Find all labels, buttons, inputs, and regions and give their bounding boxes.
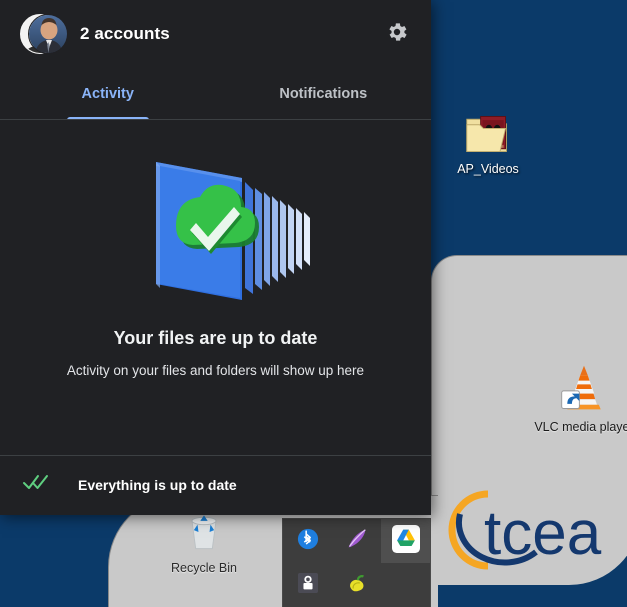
tabs-divider [0, 119, 431, 120]
desktop-icon-vlc[interactable]: VLC media player [532, 361, 627, 435]
pepper-icon [345, 571, 369, 600]
activity-empty-state: Your files are up to date Activity on yo… [0, 120, 431, 455]
cloud-check-files-stack-icon [96, 132, 336, 322]
vlc-cone-icon [532, 361, 627, 415]
tray-item-feather[interactable] [332, 519, 381, 563]
flyout-header: 2 accounts [0, 0, 431, 68]
sync-status-text: Everything is up to date [78, 476, 237, 493]
google-drive-icon [391, 524, 420, 558]
empty-state-subtitle: Activity on your files and folders will … [66, 363, 365, 378]
avatar-primary [28, 14, 68, 54]
tray-item-pepper[interactable] [332, 563, 381, 607]
empty-state-title: Your files are up to date [113, 328, 318, 348]
desktop-icon-label: Recycle Bin [171, 561, 237, 575]
tray-item-safely-remove[interactable] [283, 563, 332, 607]
sync-status-bar[interactable]: Everything is up to date [0, 455, 431, 513]
settings-button[interactable] [379, 16, 415, 52]
tcea-logo: tcea [440, 486, 626, 576]
onedrive-flyout[interactable]: 2 accounts Activity Notifications Your f… [0, 0, 431, 515]
tab-notifications-label: Notifications [279, 86, 368, 102]
system-tray-flyout[interactable] [282, 518, 431, 607]
screen: tcea AP_Videos VLC media player Recycle … [0, 0, 627, 607]
tray-item-google-drive[interactable] [381, 519, 430, 563]
desktop-icon-label: VLC media player [534, 420, 627, 434]
tcea-logo-text: tcea [484, 499, 602, 568]
tray-item-bluetooth[interactable] [283, 519, 332, 563]
safely-remove-hardware-icon [297, 572, 318, 598]
avatar[interactable] [20, 12, 68, 56]
gear-icon [385, 20, 409, 49]
tab-activity[interactable]: Activity [0, 68, 216, 120]
tab-activity-label: Activity [81, 86, 134, 102]
feather-icon [344, 526, 370, 557]
desktop-icon-label: AP_Videos [457, 162, 519, 176]
desktop-icon-ap-videos[interactable]: AP_Videos [436, 103, 540, 177]
folder-icon [436, 103, 540, 157]
flyout-tabs: Activity Notifications [0, 68, 431, 120]
account-summary: 2 accounts [80, 24, 170, 43]
double-check-icon [22, 473, 50, 496]
tab-notifications[interactable]: Notifications [216, 68, 432, 120]
bluetooth-icon [297, 528, 319, 555]
